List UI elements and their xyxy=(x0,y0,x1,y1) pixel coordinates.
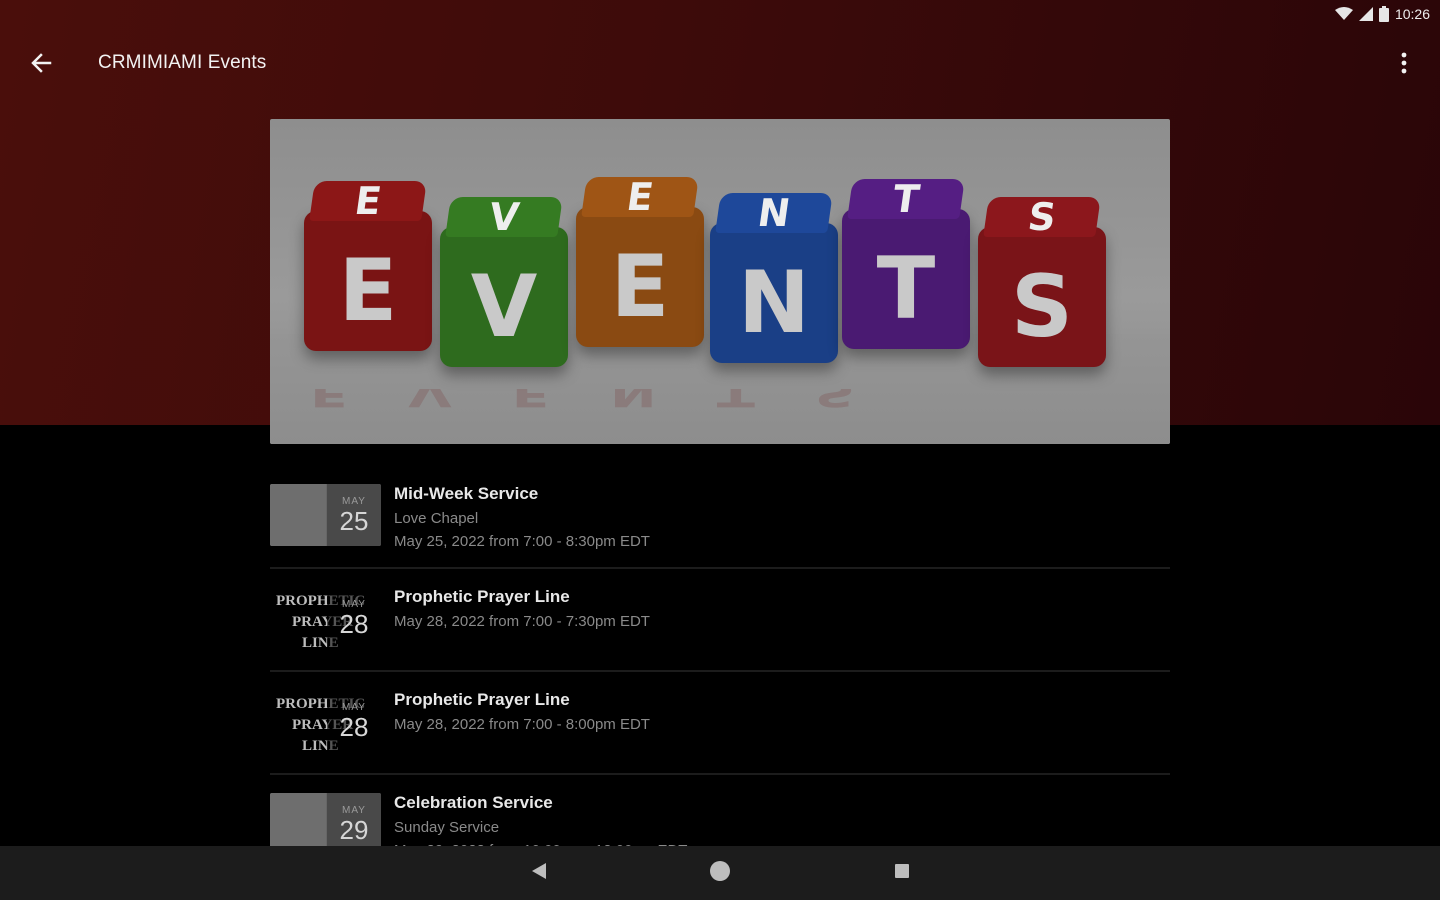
event-title: Celebration Service xyxy=(394,793,553,812)
nav-recents-button[interactable] xyxy=(889,860,915,886)
banner-letter-cube: NN xyxy=(710,191,838,363)
event-title: Prophetic Prayer Line xyxy=(394,690,570,709)
app-bar: CRMIMIAMI Events xyxy=(0,36,1440,92)
cube-top-letter: S xyxy=(983,195,1101,239)
battery-icon xyxy=(1378,6,1389,22)
cube-front-letter: S xyxy=(1011,257,1073,357)
status-time: 10:26 xyxy=(1394,6,1430,22)
event-title: Mid-Week Service xyxy=(394,484,539,503)
banner-letter-cube: EE xyxy=(576,175,704,347)
banner-reflection: EVENTS xyxy=(310,389,916,413)
signal-icon xyxy=(1358,7,1373,21)
event-date-month: MAY xyxy=(342,598,366,610)
event-thumbnail: PROPHETIC PRAYER LINE MAY 28 xyxy=(270,587,381,649)
event-time: May 28, 2022 from 7:00 - 8:00pm EDT xyxy=(394,716,650,733)
page-title: CRMIMIAMI Events xyxy=(98,52,267,73)
banner-letter-cube: EE xyxy=(304,179,432,351)
event-date-badge: MAY 28 xyxy=(327,587,381,649)
cube-top-letter: E xyxy=(309,179,427,223)
event-text: Prophetic Prayer Line May 28, 2022 from 7… xyxy=(394,587,1170,630)
cube-top-letter: N xyxy=(715,191,833,235)
nav-home-button[interactable] xyxy=(707,860,733,886)
event-thumbnail: MAY 25 xyxy=(270,484,381,546)
event-date-month: MAY xyxy=(342,701,366,713)
event-date-day: 28 xyxy=(339,711,369,742)
square-recents-icon xyxy=(894,863,910,884)
system-nav-bar xyxy=(0,846,1440,900)
overflow-menu-button[interactable] xyxy=(1388,48,1420,82)
event-title: Prophetic Prayer Line xyxy=(394,587,570,606)
event-text: Prophetic Prayer Line May 28, 2022 from 7… xyxy=(394,690,1170,733)
cube-top-letter: V xyxy=(445,195,563,239)
circle-home-icon xyxy=(708,859,732,888)
back-button[interactable] xyxy=(24,48,58,82)
event-date-badge: MAY 25 xyxy=(327,484,381,546)
banner-letter-cube: TT xyxy=(842,177,970,349)
cube-front-letter: E xyxy=(338,241,398,341)
event-subtitle: Sunday Service xyxy=(394,819,500,836)
thumbnail-fill xyxy=(270,484,326,546)
banner-letter-cube: VV xyxy=(440,195,568,367)
nav-back-button[interactable] xyxy=(526,860,552,886)
event-date-day: 25 xyxy=(339,505,369,536)
event-list-item[interactable]: PROPHETIC PRAYER LINE MAY 28 Prophetic Prayer… xyxy=(270,672,1170,775)
triangle-back-icon xyxy=(531,862,547,885)
event-date-month: MAY xyxy=(342,495,366,507)
event-time: May 25, 2022 from 7:00 - 8:30pm EDT xyxy=(394,533,650,550)
event-list-item[interactable]: PROPHETIC PRAYER LINE MAY 28 Prophetic Prayer… xyxy=(270,569,1170,672)
cube-top-letter: E xyxy=(581,175,699,219)
cube-top-letter: T xyxy=(847,177,965,221)
cube-front-letter: T xyxy=(876,239,936,339)
cube-front-letter: E xyxy=(610,237,670,337)
event-date-month: MAY xyxy=(342,804,366,816)
wifi-icon xyxy=(1334,7,1353,21)
cube-front-letter: V xyxy=(470,257,538,357)
events-list: MAY 25 Mid-Week Service Love Chapel May 25, … xyxy=(270,466,1170,878)
event-text: Mid-Week Service Love Chapel May 25, 2022 … xyxy=(394,484,1170,550)
more-vert-icon xyxy=(1401,52,1407,79)
event-time: May 28, 2022 from 7:00 - 7:30pm EDT xyxy=(394,613,650,630)
arrow-left-icon xyxy=(30,52,52,79)
event-date-day: 28 xyxy=(339,608,369,639)
events-banner-image: EVENTS EEVVEENNTTSS xyxy=(270,119,1170,444)
event-list-item[interactable]: MAY 25 Mid-Week Service Love Chapel May 25, … xyxy=(270,466,1170,569)
banner-letter-cube: SS xyxy=(978,195,1106,367)
event-date-day: 29 xyxy=(339,814,369,845)
event-thumbnail: PROPHETIC PRAYER LINE MAY 28 xyxy=(270,690,381,752)
event-date-badge: MAY 28 xyxy=(327,690,381,752)
event-subtitle: Love Chapel xyxy=(394,510,479,527)
status-bar: 10:26 xyxy=(1200,0,1440,28)
cube-front-letter: N xyxy=(738,253,810,353)
